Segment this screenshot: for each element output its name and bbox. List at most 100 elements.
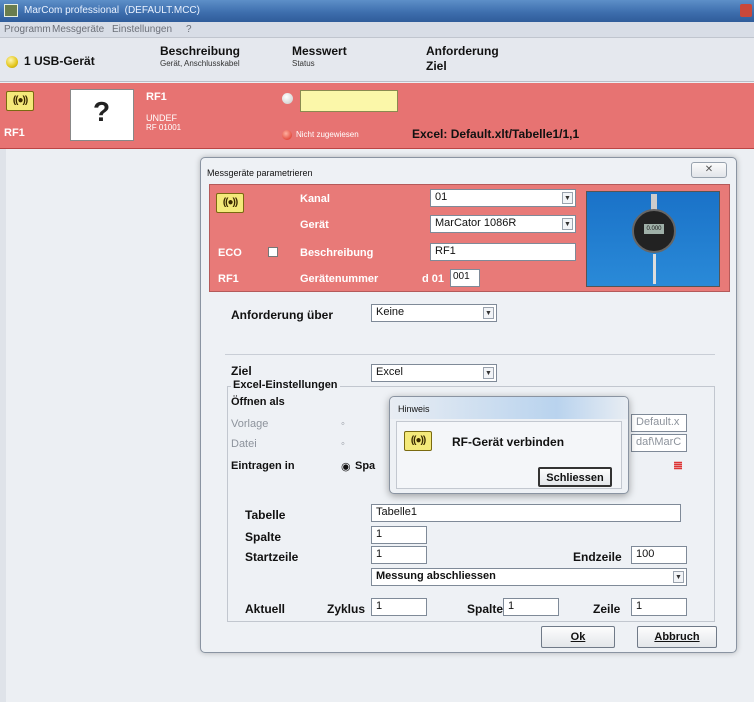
eintragen-label: Eintragen in xyxy=(231,460,295,472)
chevron-down-icon: ▼ xyxy=(562,192,573,204)
zyklus-input[interactable]: 1 xyxy=(371,598,427,616)
oeffnen-label: Öffnen als xyxy=(231,396,285,408)
window-left-border xyxy=(0,149,6,702)
radio-signal-icon: ((●)) xyxy=(404,431,432,451)
device-row[interactable]: ((●)) RF1 ? RF1 UNDEF RF 01001 Nicht zug… xyxy=(0,83,754,149)
vorlage-radio[interactable]: ◦ xyxy=(341,418,345,430)
menu-help[interactable]: ? xyxy=(186,24,192,35)
gauge-dial-icon: 0.000 xyxy=(632,209,676,253)
geraetenummer-input[interactable]: 001 xyxy=(450,269,480,287)
menu-messgeraete[interactable]: Messgeräte xyxy=(52,24,104,35)
eintragen-radio[interactable]: ◉ xyxy=(341,460,351,473)
rf-label: RF1 xyxy=(218,273,239,285)
spalte-input[interactable]: 1 xyxy=(371,526,427,544)
aktuell-label: Aktuell xyxy=(245,602,286,616)
kanal-select[interactable]: 01 ▼ xyxy=(430,189,576,207)
beschreibung-label: Beschreibung xyxy=(300,247,374,259)
schliessen-button[interactable]: Schliessen xyxy=(538,467,612,487)
dialog-close-button[interactable]: ✕ xyxy=(691,162,727,178)
app-icon xyxy=(4,4,18,17)
eco-checkbox[interactable] xyxy=(268,247,278,257)
menu-einstellungen[interactable]: Einstellungen xyxy=(112,24,172,35)
chevron-down-icon: ▼ xyxy=(483,367,494,379)
anforderung-select-value: Keine xyxy=(376,306,405,318)
datei-radio[interactable]: ◦ xyxy=(341,438,345,450)
schliessen-button-label: Schliessen xyxy=(546,472,604,484)
device-status: Nicht zugewiesen xyxy=(296,130,359,139)
abbruch-button-label: Abbruch xyxy=(654,631,700,643)
geraet-select-value: MarCator 1086R xyxy=(435,217,517,229)
mode-select-value: Messung abschliessen xyxy=(376,570,496,582)
ziel-select-value: Excel xyxy=(376,366,403,378)
chevron-down-icon: ▼ xyxy=(673,571,684,583)
col-messwert-sub: Status xyxy=(292,59,315,68)
window-title: MarCom professional (DEFAULT.MCC) xyxy=(24,5,200,16)
led-red-icon xyxy=(282,130,292,140)
device-count: 1 USB-Gerät xyxy=(24,54,95,68)
hint-title: Hinweis xyxy=(398,404,430,414)
geraet-label: Gerät xyxy=(300,219,329,231)
device-photo: 0.000 xyxy=(586,191,720,287)
gauge-display: 0.000 xyxy=(644,224,664,234)
dialog-title: Messgeräte parametrieren xyxy=(207,168,313,178)
tabelle-input[interactable]: Tabelle1 xyxy=(371,504,681,522)
radio-signal-icon: ((●)) xyxy=(6,91,34,111)
window-close-icon[interactable] xyxy=(740,4,752,17)
chevron-down-icon: ▼ xyxy=(483,307,494,319)
datei-input[interactable]: daf\MarC xyxy=(631,434,687,452)
spalte2-label: Spalte xyxy=(467,602,504,616)
chevron-down-icon: ▼ xyxy=(562,218,573,230)
geraet-select[interactable]: MarCator 1086R ▼ xyxy=(430,215,576,233)
abbruch-button[interactable]: Abbruch xyxy=(637,626,717,648)
geraetenummer-label: Gerätenummer xyxy=(300,273,379,285)
anforderung-select[interactable]: Keine ▼ xyxy=(371,304,497,322)
menu-programm[interactable]: Programm xyxy=(4,24,51,35)
menu-bar: Programm Messgeräte Einstellungen ? xyxy=(0,22,754,38)
device-type: UNDEF xyxy=(146,113,177,123)
device-image-placeholder: ? xyxy=(70,89,134,141)
geraetenummer-prefix: d 01 xyxy=(422,273,445,285)
datei-label: Datei xyxy=(231,438,257,450)
tabelle-label: Tabelle xyxy=(245,508,286,522)
col-ziel: Ziel xyxy=(426,59,447,73)
startzeile-label: Startzeile xyxy=(245,550,299,564)
endzeile-input[interactable]: 100 xyxy=(631,546,687,564)
startzeile-input[interactable]: 1 xyxy=(371,546,427,564)
measurement-value-box xyxy=(300,90,398,112)
spalte2-input[interactable]: 1 xyxy=(503,598,559,616)
spalte-label: Spalte xyxy=(245,530,282,544)
col-anforderung: Anforderung xyxy=(426,44,499,58)
mode-select[interactable]: Messung abschliessen ▼ xyxy=(371,568,687,586)
ziel-label: Ziel xyxy=(231,364,252,378)
col-beschreibung-sub: Gerät, Anschlusskabel xyxy=(160,59,240,68)
device-name: RF1 xyxy=(4,127,25,139)
hint-dialog: Hinweis ((●)) RF-Gerät verbinden Schlies… xyxy=(389,396,629,494)
eco-label: ECO xyxy=(218,247,242,259)
title-bar: MarCom professional (DEFAULT.MCC) xyxy=(0,0,754,22)
col-beschreibung: Beschreibung xyxy=(160,44,241,58)
zyklus-label: Zyklus xyxy=(327,602,366,616)
ok-button[interactable]: Ok xyxy=(541,626,615,648)
status-led-icon xyxy=(6,56,18,68)
ziel-select[interactable]: Excel ▼ xyxy=(371,364,497,382)
beschreibung-input[interactable]: RF1 xyxy=(430,243,576,261)
gauge-spindle xyxy=(653,254,656,284)
ok-button-label: Ok xyxy=(570,631,586,643)
kanal-select-value: 01 xyxy=(435,191,448,203)
led-off-icon xyxy=(282,93,293,104)
zeile-label: Zeile xyxy=(593,602,621,616)
excel-group-title: Excel-Einstellungen xyxy=(231,379,340,391)
anforderung-label: Anforderung über xyxy=(231,308,333,322)
eintragen-value: Spa xyxy=(355,460,376,472)
gauge-stem xyxy=(651,194,657,210)
unknown-device-icon: ? xyxy=(93,96,111,127)
vorlage-label: Vorlage xyxy=(231,418,269,430)
vorlage-input[interactable]: Default.x xyxy=(631,414,687,432)
endzeile-label: Endzeile xyxy=(573,550,622,564)
device-list-header: 1 USB-Gerät Beschreibung Gerät, Anschlus… xyxy=(0,38,754,82)
zeile-input[interactable]: 1 xyxy=(631,598,687,616)
excel-sheet-icon[interactable]: ≣ xyxy=(673,458,683,472)
kanal-label: Kanal xyxy=(300,193,330,205)
hint-message: RF-Gerät verbinden xyxy=(452,435,565,449)
radio-signal-icon: ((●)) xyxy=(216,193,244,213)
